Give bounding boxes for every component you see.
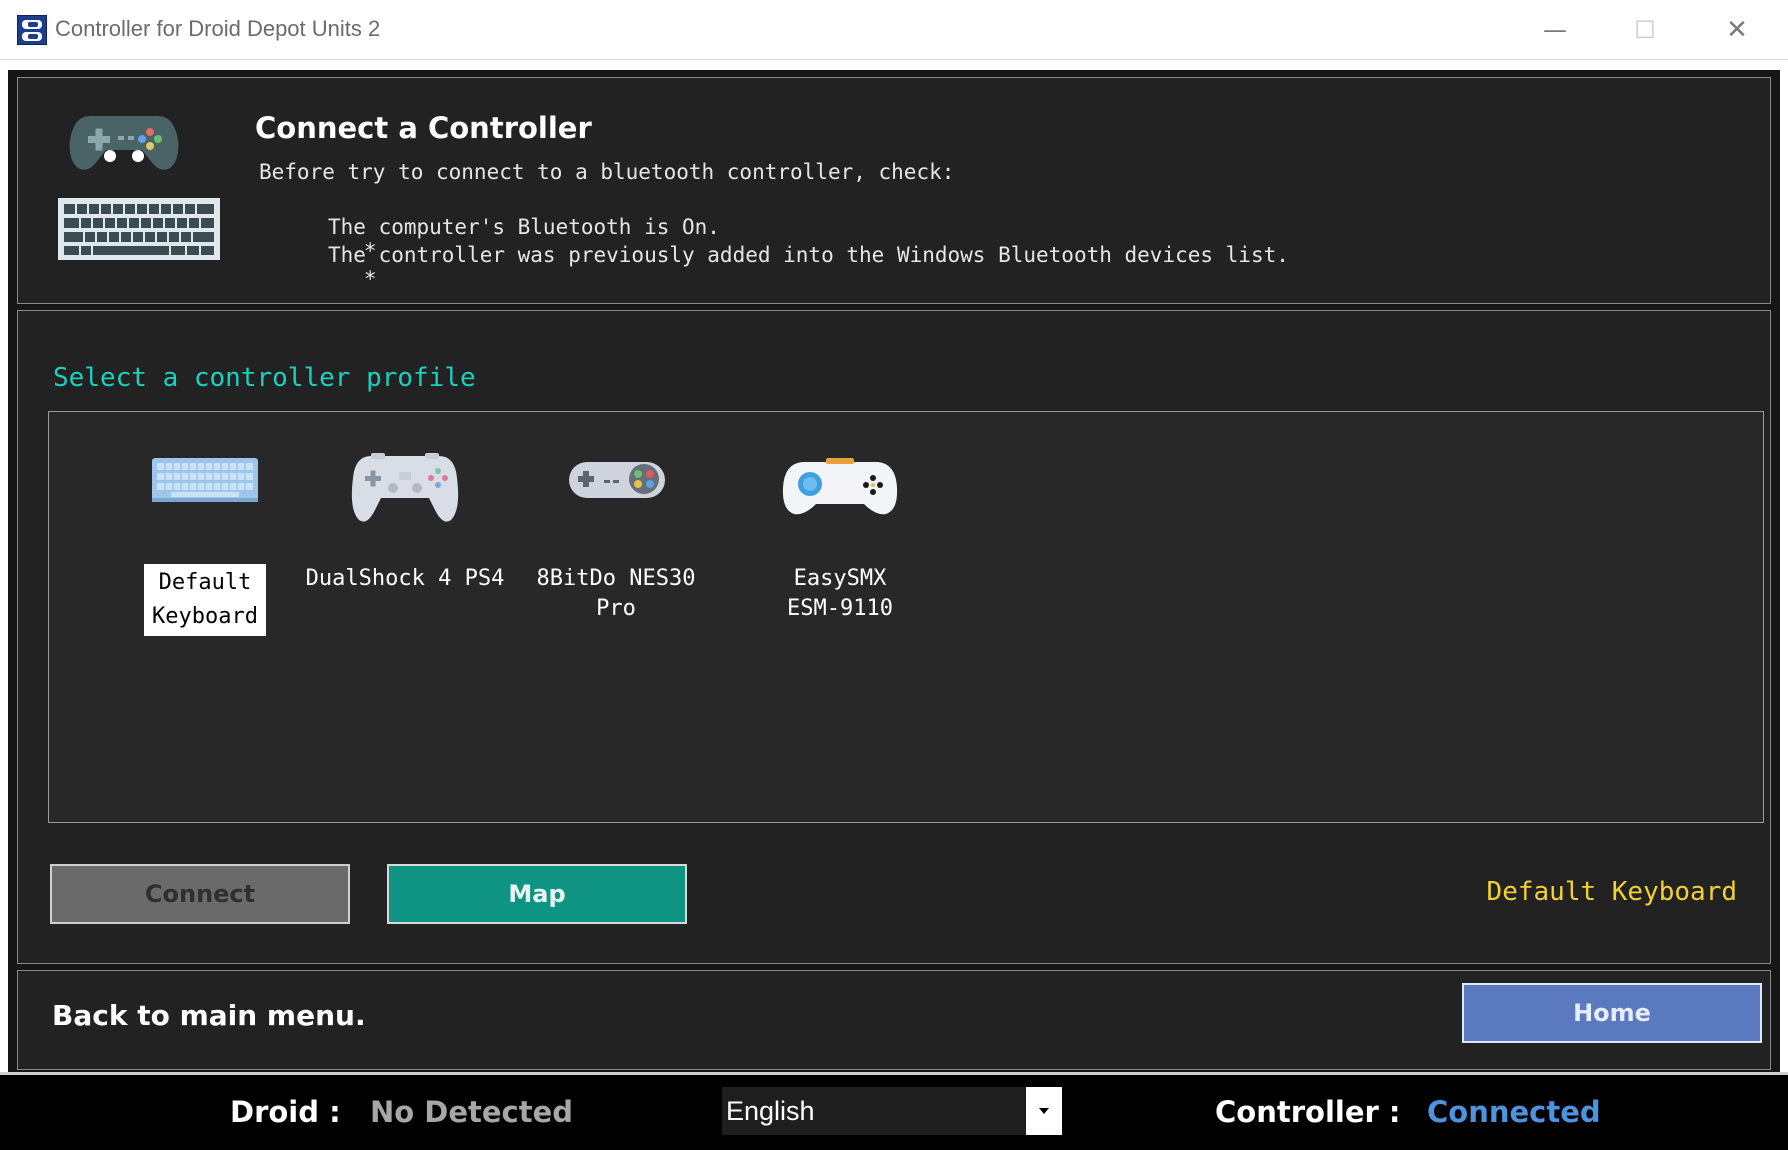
profile-label: EasySMX ESM-9110 — [740, 564, 940, 624]
profile-item-default-keyboard[interactable]: Default Keyboard — [105, 412, 305, 652]
home-button[interactable]: Home — [1462, 983, 1762, 1043]
keyboard-icon — [58, 198, 220, 260]
profile-item-dualshock-4[interactable]: DualShock 4 PS4 — [305, 412, 505, 652]
app-client-area: Connect a Controller Before try to conne… — [8, 70, 1780, 1072]
profile-label: Default Keyboard — [105, 564, 305, 636]
ps4-controller-icon — [351, 453, 459, 522]
app-logo-icon — [17, 15, 47, 45]
back-to-main-menu-text: Back to main menu. — [52, 999, 366, 1032]
language-select[interactable]: English — [722, 1087, 1062, 1135]
profile-label-text: Default Keyboard — [144, 564, 266, 636]
profile-list: Default Keyboard DualShock 4 PS4 8BitDo … — [48, 411, 1764, 823]
droid-status-value: No Detected — [370, 1095, 574, 1129]
bullet-marker: * — [363, 267, 377, 291]
profile-label-line1: DualShock 4 PS4 — [305, 566, 505, 591]
minimize-button[interactable]: — — [1510, 0, 1600, 60]
profile-item-8bitdo-nes30-pro[interactable]: 8BitDo NES30 Pro — [516, 412, 716, 652]
status-bar: Droid : No Detected English Controller :… — [0, 1072, 1788, 1150]
header-title: Connect a Controller — [255, 111, 592, 145]
gamepad-icon — [69, 116, 179, 170]
profile-label-line1: EasySMX — [793, 566, 887, 591]
window-title: Controller for Droid Depot Units 2 — [55, 16, 381, 41]
header-panel: Connect a Controller Before try to conne… — [17, 77, 1771, 304]
window-titlebar: Controller for Droid Depot Units 2 — ☐ ✕ — [0, 0, 1788, 60]
profile-label-line2: Keyboard — [148, 600, 262, 634]
controller-status-label: Controller : — [1215, 1095, 1401, 1129]
map-button[interactable]: Map — [387, 864, 687, 924]
close-button[interactable]: ✕ — [1692, 0, 1782, 60]
profile-label-line2: ESM-9110 — [787, 596, 893, 621]
language-select-value: English — [726, 1096, 815, 1126]
profile-panel: Select a controller profile Default Keyb… — [17, 310, 1771, 964]
checklist-text: The controller was previously added into… — [328, 243, 1289, 267]
profile-label: 8BitDo NES30 Pro — [516, 564, 716, 624]
snes-controller-icon — [569, 462, 665, 498]
profile-item-easysmx-esm-9110[interactable]: EasySMX ESM-9110 — [740, 412, 940, 652]
profile-label-line1: Default — [154, 566, 256, 600]
profile-section-title: Select a controller profile — [53, 363, 476, 393]
chevron-down-icon[interactable] — [1026, 1087, 1062, 1135]
droid-status-label: Droid : — [230, 1095, 341, 1129]
easysmx-controller-icon — [782, 458, 898, 515]
selected-profile-readout: Default Keyboard — [1486, 877, 1737, 907]
maximize-button[interactable]: ☐ — [1600, 0, 1690, 60]
controller-status-value: Connected — [1427, 1095, 1601, 1129]
connect-button[interactable]: Connect — [50, 864, 350, 924]
checklist-text: The computer's Bluetooth is On. — [328, 215, 720, 239]
header-subtitle: Before try to connect to a bluetooth con… — [259, 160, 955, 184]
footer-panel: Back to main menu. Home — [17, 970, 1771, 1070]
profile-label: DualShock 4 PS4 — [305, 564, 505, 594]
keyboard-icon — [152, 458, 258, 502]
profile-label-line2: Pro — [596, 596, 636, 621]
profile-label-line1: 8BitDo NES30 — [536, 566, 696, 591]
